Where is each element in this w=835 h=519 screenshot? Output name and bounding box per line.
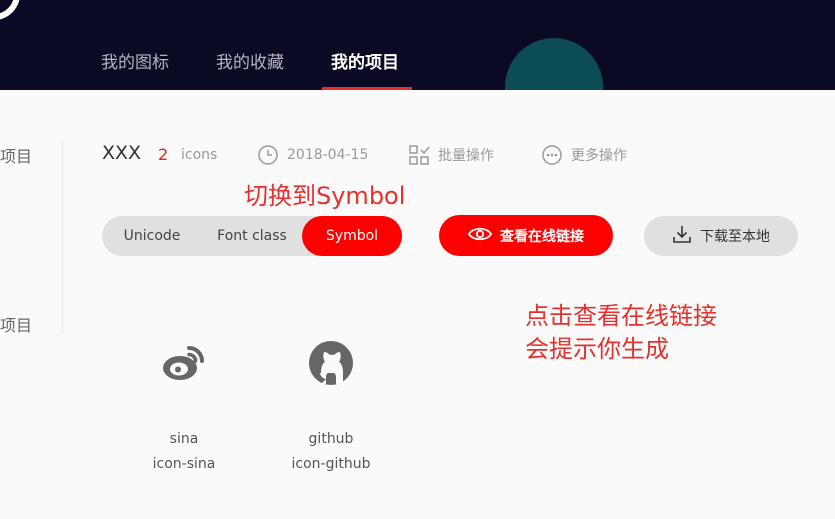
annotation-view-link: 点击查看在线链接 会提示你生成: [525, 300, 717, 366]
logo-icon[interactable]: [0, 0, 20, 20]
decorative-circle: [505, 38, 603, 90]
icon-count: 2: [158, 145, 169, 164]
eye-icon: [467, 226, 493, 246]
github-icon: [271, 338, 391, 388]
top-header: 我的图标 我的收藏 我的项目: [0, 0, 835, 90]
project-title: XXX: [102, 142, 142, 164]
clock-icon: [257, 144, 279, 166]
icon-code: icon-github: [291, 456, 371, 472]
download-local-button[interactable]: 下载至本地: [644, 216, 798, 256]
segment-font-class[interactable]: Font class: [202, 216, 302, 256]
nav-my-favorites[interactable]: 我的收藏: [216, 48, 284, 73]
batch-grid-icon: [408, 144, 430, 166]
weibo-icon: [124, 338, 244, 388]
nav-active-underline: [322, 87, 412, 90]
annotation-view-link-line2: 会提示你生成: [525, 335, 669, 363]
sidebar-item-project-2[interactable]: 项目: [0, 312, 32, 336]
icon-name: sina: [169, 431, 199, 447]
project-date: 2018-04-15: [257, 144, 368, 166]
project-date-text: 2018-04-15: [287, 147, 369, 163]
sidebar-item-project-1[interactable]: 项目: [0, 143, 32, 167]
icon-card-github[interactable]: github icon-github: [271, 338, 391, 472]
segment-unicode[interactable]: Unicode: [102, 216, 202, 256]
download-icon: [672, 224, 692, 248]
batch-operations[interactable]: 批量操作: [408, 144, 494, 166]
view-online-link-label: 查看在线链接: [500, 228, 584, 245]
icon-name: github: [308, 431, 354, 447]
more-operations-label: 更多操作: [571, 148, 627, 164]
icon-card-sina[interactable]: sina icon-sina: [124, 338, 244, 472]
annotation-switch-symbol: 切换到Symbol: [244, 182, 406, 210]
batch-operations-label: 批量操作: [438, 148, 494, 164]
download-local-label: 下载至本地: [700, 229, 770, 245]
segment-symbol[interactable]: Symbol: [302, 216, 402, 256]
sidebar-divider: [62, 140, 63, 333]
font-type-segment: Unicode Font class Symbol: [102, 216, 402, 256]
more-operations[interactable]: 更多操作: [541, 144, 627, 166]
nav-my-projects[interactable]: 我的项目: [331, 48, 399, 73]
annotation-view-link-line1: 点击查看在线链接: [525, 302, 717, 330]
nav-my-icons[interactable]: 我的图标: [101, 48, 169, 73]
more-dots-icon: [541, 144, 563, 166]
icon-code: icon-sina: [152, 456, 216, 472]
icon-count-unit: icons: [181, 147, 218, 163]
view-online-link-button[interactable]: 查看在线链接: [439, 215, 613, 256]
